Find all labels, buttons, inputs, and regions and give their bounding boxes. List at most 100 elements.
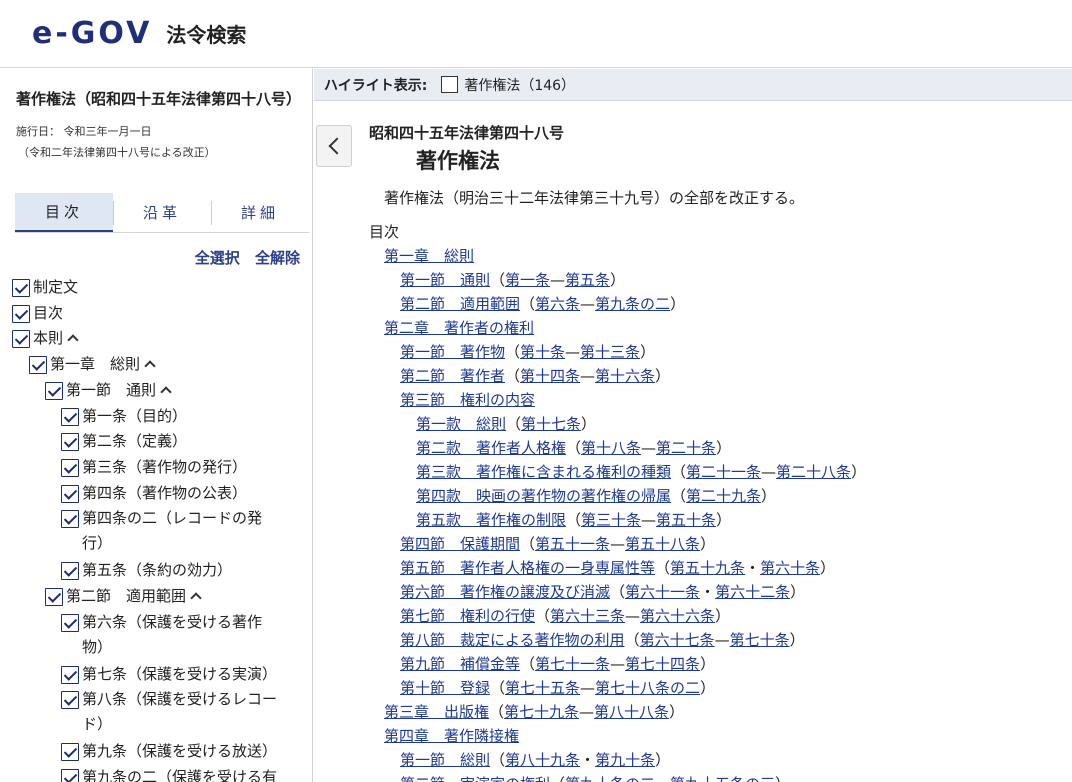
tree-item[interactable]: 第九条の二（保護を受ける有 xyxy=(61,765,277,782)
tree-item[interactable]: 第二条（定義） xyxy=(61,429,187,454)
tree-checkbox[interactable] xyxy=(61,407,79,426)
tree-item[interactable]: 第四条の二（レコードの発 行） xyxy=(61,506,262,556)
toc-link[interactable]: 第二節 著作者 xyxy=(400,367,505,385)
chevron-up-icon[interactable] xyxy=(144,360,156,372)
tree-checkbox[interactable] xyxy=(61,665,79,684)
article-link[interactable]: 第二十八条 xyxy=(776,463,851,481)
tree-item[interactable]: 第七条（保護を受ける実演） xyxy=(61,662,277,687)
tree-checkbox[interactable] xyxy=(61,743,79,762)
toc-link[interactable]: 第四節 保護期間 xyxy=(400,535,520,553)
tree-checkbox[interactable] xyxy=(61,433,79,452)
toc-link[interactable]: 第三節 権利の内容 xyxy=(400,391,535,409)
article-link[interactable]: 第七十四条 xyxy=(625,655,700,673)
toc-link[interactable]: 第二章 著作者の権利 xyxy=(384,319,534,337)
article-link[interactable]: 第五十九条 xyxy=(670,559,745,577)
toc-link[interactable]: 第三章 出版権 xyxy=(384,703,489,721)
article-link[interactable]: 第六十七条 xyxy=(640,631,715,649)
tree-checkbox[interactable] xyxy=(61,691,79,710)
article-link[interactable]: 第五十八条 xyxy=(625,535,700,553)
tree-item[interactable]: 本則 xyxy=(12,326,79,351)
tree-checkbox[interactable] xyxy=(12,304,30,323)
article-link[interactable]: 第五十一条 xyxy=(535,535,610,553)
tree-checkbox[interactable] xyxy=(61,458,79,477)
article-link[interactable]: 第六十二条 xyxy=(715,583,790,601)
article-link[interactable]: 第八十九条 xyxy=(505,751,580,769)
toc-link[interactable]: 第一節 総則 xyxy=(400,751,490,769)
tree-checkbox[interactable] xyxy=(29,356,47,375)
toc-link[interactable]: 第一節 通則 xyxy=(400,271,490,289)
collapse-sidebar-button[interactable] xyxy=(316,125,352,167)
article-link[interactable]: 第一条 xyxy=(505,271,550,289)
tree-item[interactable]: 目次 xyxy=(12,301,63,326)
article-link[interactable]: 第九十五条の三 xyxy=(670,775,775,782)
tree-item[interactable]: 第九条（保護を受ける放送） xyxy=(61,739,277,764)
article-link[interactable]: 第十六条 xyxy=(595,367,655,385)
article-link[interactable]: 第十八条 xyxy=(581,439,641,457)
toc-link[interactable]: 第八節 裁定による著作物の利用 xyxy=(400,631,625,649)
article-link[interactable]: 第九十条の二 xyxy=(565,775,655,782)
article-link[interactable]: 第二十一条 xyxy=(686,463,761,481)
toc-link[interactable]: 第一款 総則 xyxy=(416,415,506,433)
toc-link[interactable]: 第三款 著作権に含まれる権利の種類 xyxy=(416,463,671,481)
article-link[interactable]: 第六十三条 xyxy=(550,607,625,625)
article-link[interactable]: 第二十条 xyxy=(656,439,716,457)
tab-history[interactable]: 沿革 xyxy=(113,193,211,232)
tree-item[interactable]: 第一条（目的） xyxy=(61,404,187,429)
toc-link[interactable]: 第四章 著作隣接権 xyxy=(384,727,519,745)
tree-item[interactable]: 第六条（保護を受ける著作 物） xyxy=(61,610,262,660)
toc-link[interactable]: 第二節 実演家の権利 xyxy=(400,775,550,782)
toc-link[interactable]: 第一節 著作物 xyxy=(400,343,505,361)
article-link[interactable]: 第九条の二 xyxy=(595,295,670,313)
tree-checkbox[interactable] xyxy=(45,588,63,606)
article-link[interactable]: 第二十九条 xyxy=(686,487,761,505)
article-link[interactable]: 第五十条 xyxy=(656,511,716,529)
tree-checkbox[interactable] xyxy=(61,613,79,632)
toc-link[interactable]: 第七節 権利の行使 xyxy=(400,607,535,625)
tree-checkbox[interactable] xyxy=(61,769,79,782)
chevron-up-icon[interactable] xyxy=(67,334,79,347)
highlight-checkbox[interactable] xyxy=(441,76,459,93)
toc-link[interactable]: 第四款 映画の著作物の著作権の帰属 xyxy=(416,487,671,505)
article-link[interactable]: 第十条 xyxy=(520,343,565,361)
tree-item[interactable]: 第一節 通則 xyxy=(45,378,172,403)
toc-link[interactable]: 第二款 著作者人格権 xyxy=(416,439,566,457)
toc-link[interactable]: 第一章 総則 xyxy=(384,247,474,265)
tree-item[interactable]: 第五条（条約の効力） xyxy=(61,558,232,583)
article-link[interactable]: 第七十八条の二 xyxy=(595,679,700,697)
article-link[interactable]: 第十三条 xyxy=(580,343,640,361)
tree-checkbox[interactable] xyxy=(61,562,79,581)
tree-checkbox[interactable] xyxy=(61,484,79,503)
article-link[interactable]: 第七十九条 xyxy=(504,703,579,721)
toc-link[interactable]: 第十節 登録 xyxy=(400,679,490,697)
toc-link[interactable]: 第五款 著作権の制限 xyxy=(416,511,566,529)
tree-item[interactable]: 第二節 適用範囲 xyxy=(45,584,202,609)
tab-details[interactable]: 詳細 xyxy=(211,193,309,232)
toc-link[interactable]: 第二節 適用範囲 xyxy=(400,295,520,313)
select-all-link[interactable]: 全選択 xyxy=(195,249,240,267)
tree-checkbox[interactable] xyxy=(12,330,30,349)
tree-item[interactable]: 第三条（著作物の発行） xyxy=(61,455,247,480)
tree-item[interactable]: 第八条（保護を受けるレコー ド） xyxy=(61,687,277,737)
article-link[interactable]: 第六十条 xyxy=(760,559,820,577)
article-link[interactable]: 第九十条 xyxy=(595,751,655,769)
article-link[interactable]: 第七十条 xyxy=(730,631,790,649)
tree-checkbox[interactable] xyxy=(61,510,79,529)
toc-link[interactable]: 第六節 著作権の譲渡及び消滅 xyxy=(400,583,610,601)
tree-checkbox[interactable] xyxy=(12,279,30,297)
article-link[interactable]: 第七十一条 xyxy=(535,655,610,673)
article-link[interactable]: 第五条 xyxy=(565,271,610,289)
toc-link[interactable]: 第九節 補償金等 xyxy=(400,655,520,673)
tree-item[interactable]: 第四条（著作物の公表） xyxy=(61,481,247,506)
tree-item[interactable]: 制定文 xyxy=(12,275,78,300)
chevron-up-icon[interactable] xyxy=(190,592,202,604)
tree-item[interactable]: 第一章 総則 xyxy=(29,352,156,377)
article-link[interactable]: 第十四条 xyxy=(520,367,580,385)
deselect-all-link[interactable]: 全解除 xyxy=(255,249,300,267)
article-link[interactable]: 第六条 xyxy=(535,295,580,313)
article-link[interactable]: 第八十八条 xyxy=(594,703,669,721)
egov-logo[interactable]: e-GOV 法令検索 xyxy=(32,16,246,51)
article-link[interactable]: 第六十六条 xyxy=(640,607,715,625)
article-link[interactable]: 第六十一条 xyxy=(625,583,700,601)
tab-toc[interactable]: 目次 xyxy=(15,193,113,232)
tree-checkbox[interactable] xyxy=(45,381,63,400)
